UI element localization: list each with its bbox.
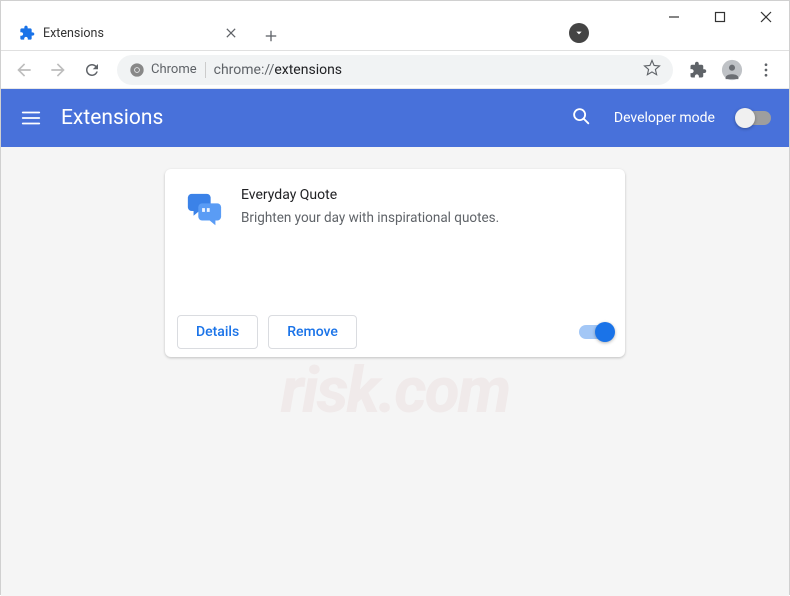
chrome-icon	[129, 62, 145, 78]
reload-button[interactable]	[77, 55, 107, 85]
extension-enable-toggle[interactable]	[579, 325, 613, 339]
page-title: Extensions	[61, 106, 163, 130]
profile-icon[interactable]	[717, 55, 747, 85]
extension-description: Brighten your day with inspirational quo…	[241, 209, 605, 228]
star-icon[interactable]	[643, 59, 661, 81]
menu-icon[interactable]	[19, 106, 43, 130]
window-controls	[651, 1, 789, 33]
developer-mode-label: Developer mode	[614, 110, 715, 126]
minimize-button[interactable]	[651, 1, 697, 33]
extension-name: Everyday Quote	[241, 187, 605, 203]
chrome-chip-text: Chrome	[151, 62, 197, 77]
tab-extensions[interactable]: Extensions	[9, 16, 249, 50]
separator	[205, 62, 206, 78]
url-text: chrome://extensions	[214, 62, 342, 78]
developer-mode-toggle[interactable]	[737, 111, 771, 125]
search-icon[interactable]	[570, 105, 592, 131]
remove-button[interactable]: Remove	[268, 315, 357, 349]
new-tab-button[interactable]	[257, 22, 285, 50]
forward-button[interactable]	[43, 55, 73, 85]
close-window-button[interactable]	[743, 1, 789, 33]
extensions-header: Extensions Developer mode	[1, 89, 789, 147]
toolbar: Chrome chrome://extensions	[1, 51, 789, 89]
extension-app-icon	[185, 191, 223, 229]
tab-title: Extensions	[43, 26, 215, 41]
back-button[interactable]	[9, 55, 39, 85]
puzzle-icon	[19, 25, 35, 41]
maximize-button[interactable]	[697, 1, 743, 33]
extensions-icon[interactable]	[683, 55, 713, 85]
chevron-down-icon[interactable]	[569, 23, 589, 43]
extension-card: Everyday Quote Brighten your day with in…	[165, 169, 625, 357]
chrome-chip: Chrome	[129, 62, 197, 78]
address-bar[interactable]: Chrome chrome://extensions	[117, 55, 673, 85]
details-button[interactable]: Details	[177, 315, 258, 349]
content-area: Everyday Quote Brighten your day with in…	[1, 147, 789, 596]
menu-button[interactable]	[751, 55, 781, 85]
close-tab-button[interactable]	[223, 25, 239, 41]
